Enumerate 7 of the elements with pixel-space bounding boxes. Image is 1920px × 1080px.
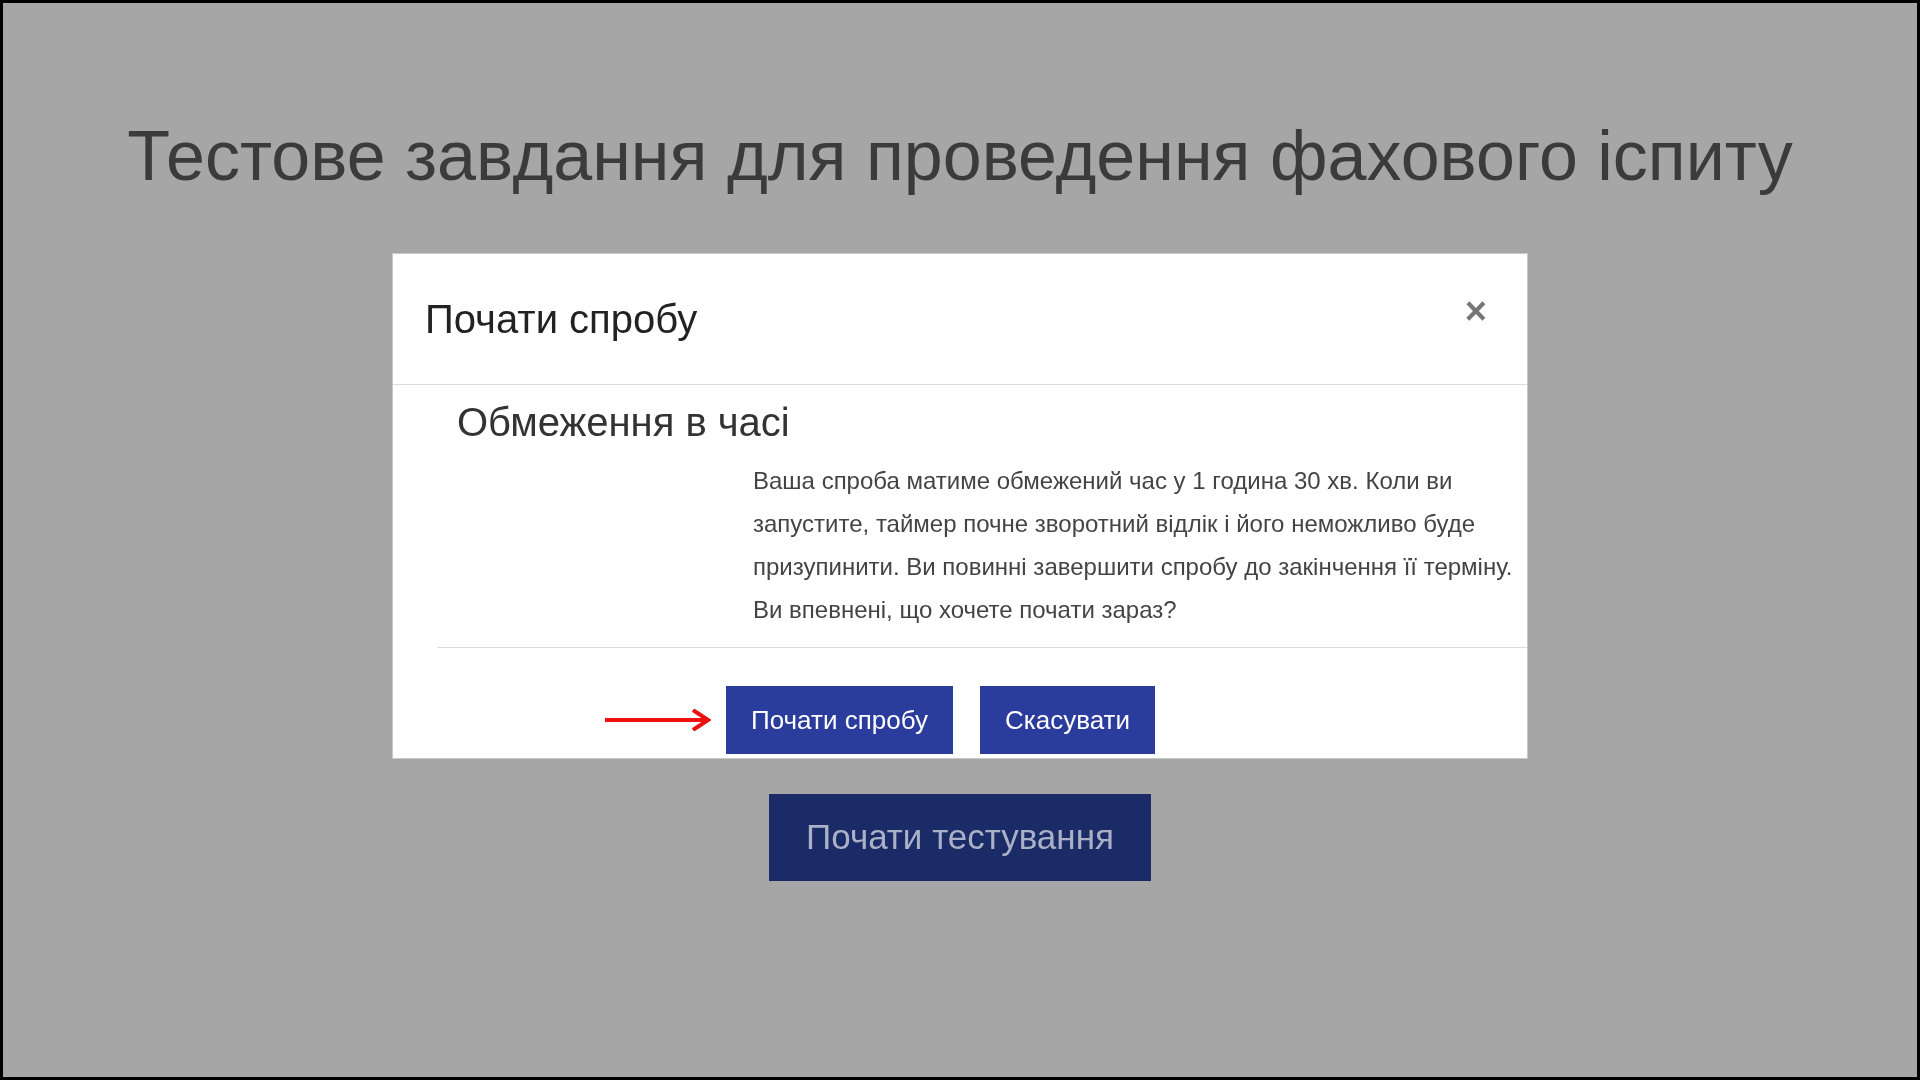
cancel-button[interactable]: Скасувати: [980, 686, 1156, 754]
close-button[interactable]: ×: [1464, 292, 1487, 330]
dialog-title: Почати спробу: [425, 296, 698, 343]
section-title: Обмеження в часі: [457, 399, 791, 446]
start-attempt-button[interactable]: Почати спробу: [726, 686, 953, 754]
time-limit-message: Ваша спроба матиме обмежений час у 1 година 30 хв. Коли ви запустите, таймер почне зворотний відлік і його неможливо буде призупинити. Ви повинні завершити спробу до закінчення її терміну. Ви впевнені, що хочете почати зараз?: [753, 466, 1513, 625]
start-test-button[interactable]: Почати тестування: [769, 794, 1151, 881]
